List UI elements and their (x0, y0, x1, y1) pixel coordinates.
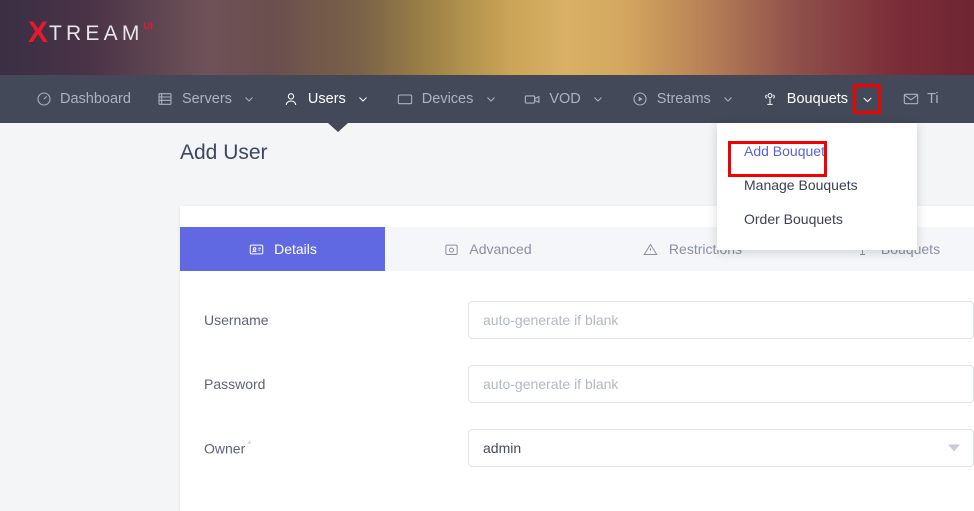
password-placeholder: auto-generate if blank (483, 376, 619, 392)
nav-active-caret (328, 123, 348, 132)
chevron-down-icon-owner[interactable] (948, 444, 960, 452)
page-title: Add User (180, 141, 268, 164)
dashboard-icon (35, 91, 52, 108)
form-row-password: Password auto-generate if blank (180, 365, 974, 403)
form-row-username: Username auto-generate if blank (180, 301, 974, 339)
label-username: Username (204, 312, 468, 328)
logo-wordmark: TREAM (49, 22, 144, 45)
chevron-down-icon-users[interactable] (356, 92, 371, 107)
label-text-username: Username (204, 312, 269, 328)
users-icon (283, 91, 300, 108)
nav-item-streams[interactable]: Streams (619, 75, 749, 123)
nav-item-dashboard[interactable]: Dashboard (22, 75, 144, 123)
label-password: Password (204, 376, 468, 392)
nav-label-streams: Streams (656, 91, 711, 107)
dropdown-item-add-bouquet[interactable]: Add Bouquet (717, 134, 917, 168)
devices-icon (397, 91, 414, 108)
bouquets-icon (762, 91, 779, 108)
dropdown-item-manage-bouquets[interactable]: Manage Bouquets (717, 168, 917, 202)
username-placeholder: auto-generate if blank (483, 312, 619, 328)
owner-selected-value: admin (483, 440, 522, 456)
tab-advanced[interactable]: Advanced (385, 227, 590, 271)
bouquets-dropdown-menu: Add Bouquet Manage Bouquets Order Bouque… (717, 123, 917, 250)
brand-header: X TREAM UI (0, 0, 974, 75)
logo-x-mark: X (28, 16, 49, 49)
chevron-down-icon-streams[interactable] (721, 92, 736, 107)
nav-label-servers: Servers (181, 91, 232, 107)
nav-item-users[interactable]: Users (270, 75, 384, 123)
chevron-down-icon-bouquets[interactable] (853, 84, 882, 114)
user-form: Username auto-generate if blank Password… (180, 271, 974, 467)
nav-label-devices: Devices (421, 91, 474, 107)
tab-label-advanced: Advanced (469, 241, 532, 257)
app-root: X TREAM UI Dashboard Servers Users Devic… (0, 0, 974, 511)
nav-item-bouquets[interactable]: Bouquets (749, 75, 889, 123)
label-text-password: Password (204, 376, 266, 392)
nav-label-vod: VOD (549, 91, 581, 107)
nav-item-servers[interactable]: Servers (144, 75, 270, 123)
main-navigation: Dashboard Servers Users Devices VOD Stre… (0, 75, 974, 132)
chevron-down-icon-servers[interactable] (242, 92, 257, 107)
tickets-icon (902, 91, 919, 108)
nav-label-bouquets: Bouquets (786, 91, 849, 107)
settings-icon (443, 241, 459, 257)
nav-label-tickets: Ti (927, 91, 939, 107)
label-text-owner: Owner (204, 440, 246, 457)
password-input[interactable]: auto-generate if blank (468, 365, 974, 403)
user-form-card: Details Advanced Restrictions Username a… (180, 206, 974, 511)
warning-icon (643, 241, 659, 257)
vod-icon (524, 91, 541, 108)
nav-label-dashboard: Dashboard (60, 91, 131, 107)
tab-details[interactable]: Details (180, 227, 385, 271)
owner-select[interactable]: admin (468, 429, 974, 467)
nav-label-users: Users (307, 91, 346, 107)
nav-item-devices[interactable]: Devices (384, 75, 512, 123)
chevron-down-icon-vod[interactable] (591, 92, 606, 107)
label-owner: Owner * (204, 439, 468, 457)
streams-icon (632, 91, 649, 108)
id-card-icon (248, 241, 264, 257)
xtream-logo[interactable]: X TREAM UI (28, 18, 154, 48)
chevron-down-icon-devices[interactable] (483, 92, 498, 107)
nav-item-vod[interactable]: VOD (511, 75, 618, 123)
form-row-owner: Owner * admin (180, 429, 974, 467)
username-input[interactable]: auto-generate if blank (468, 301, 974, 339)
dropdown-item-order-bouquets[interactable]: Order Bouquets (717, 202, 917, 236)
required-asterisk-owner: * (247, 439, 252, 452)
tab-label-details: Details (274, 241, 317, 257)
logo-superscript: UI (143, 21, 154, 31)
servers-icon (157, 91, 174, 108)
nav-item-tickets[interactable]: Ti (889, 75, 952, 123)
